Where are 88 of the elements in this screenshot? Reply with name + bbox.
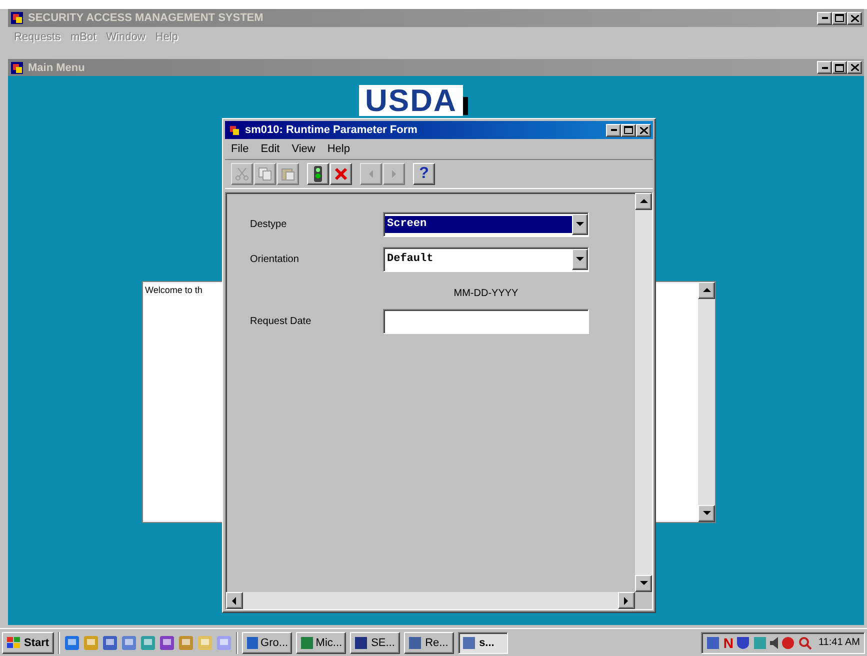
field-label: Orientation xyxy=(250,254,300,265)
app-icon xyxy=(462,636,476,650)
close-icon xyxy=(850,14,858,22)
task-button[interactable]: Mic... xyxy=(296,632,346,654)
maximize-icon xyxy=(624,126,633,134)
right-arrow-icon xyxy=(622,596,630,604)
close-button[interactable] xyxy=(636,124,651,136)
dropdown-button[interactable] xyxy=(572,249,588,270)
menu-item[interactable]: Help xyxy=(327,143,350,155)
app-icon xyxy=(10,11,24,25)
up-arrow-icon xyxy=(640,198,648,206)
close-button[interactable] xyxy=(847,61,862,74)
maximize-button[interactable] xyxy=(621,124,636,136)
scrollbar[interactable] xyxy=(635,193,652,592)
clock: 11:41 AM xyxy=(818,637,860,648)
dropdown[interactable]: Default xyxy=(383,247,589,272)
task-button[interactable]: s... xyxy=(458,632,508,654)
toolbar-button[interactable] xyxy=(307,163,329,185)
maximize-button[interactable] xyxy=(832,12,847,24)
horizontal-scrollbar[interactable] xyxy=(226,592,635,609)
dropdown-button[interactable] xyxy=(572,214,588,235)
shortcut-icon[interactable] xyxy=(159,634,176,650)
shortcut-icon[interactable] xyxy=(121,634,138,650)
date-format-hint: MM-DD-YYYY xyxy=(452,287,520,299)
minimize-button[interactable] xyxy=(817,61,832,74)
tray-icon xyxy=(753,636,768,650)
tray-icon xyxy=(781,636,796,650)
window-icon xyxy=(10,60,24,74)
traffic-light-icon xyxy=(312,166,324,182)
clipboard-icon xyxy=(281,167,295,181)
field-label: Request Date xyxy=(250,316,312,327)
task-button[interactable]: SE... xyxy=(350,632,400,654)
field-label: Destype xyxy=(250,219,288,230)
scrollbar[interactable] xyxy=(698,282,715,522)
start-button[interactable]: Start xyxy=(2,632,54,654)
shield-icon xyxy=(736,636,750,650)
maximize-button[interactable] xyxy=(832,61,847,74)
maximize-icon xyxy=(835,14,844,22)
close-icon xyxy=(850,64,858,71)
window-title: SECURITY ACCESS MANAGEMENT SYSTEM xyxy=(28,12,264,24)
scissors-icon xyxy=(235,167,249,181)
speaker-icon xyxy=(770,636,778,648)
dropdown-value: Default xyxy=(386,252,434,267)
minimize-button[interactable] xyxy=(817,12,832,24)
task-button[interactable]: Re... xyxy=(404,632,454,654)
minimize-icon xyxy=(822,66,828,68)
up-arrow-icon xyxy=(702,286,710,294)
shortcut-icon[interactable] xyxy=(102,634,118,650)
caret-icon xyxy=(576,256,584,264)
close-button[interactable] xyxy=(847,12,862,24)
minimize-icon xyxy=(610,129,616,131)
shortcut-icon[interactable] xyxy=(178,634,194,650)
magnifier-icon xyxy=(798,636,812,650)
shortcut-icon[interactable] xyxy=(64,634,80,650)
welcome-text: Welcome to th xyxy=(144,284,204,297)
minimize-icon xyxy=(822,17,828,19)
copy-icon xyxy=(258,167,272,181)
next-icon xyxy=(390,169,398,179)
down-arrow-icon xyxy=(702,510,710,518)
shortcut-icon[interactable] xyxy=(140,634,156,650)
logo: USDA xyxy=(359,85,463,116)
dropdown[interactable]: Screen xyxy=(383,212,589,237)
left-arrow-icon xyxy=(230,596,238,604)
task-button[interactable]: Gro... xyxy=(242,632,292,654)
dropdown-value: Screen xyxy=(385,216,572,233)
menu-item[interactable]: View xyxy=(292,143,316,155)
windows-flag-icon xyxy=(7,636,21,648)
form-icon xyxy=(227,123,241,137)
minimize-button[interactable] xyxy=(606,124,621,136)
dialog-title: sm010: Runtime Parameter Form xyxy=(245,124,418,136)
help-button[interactable]: ? xyxy=(413,163,435,185)
previous-icon xyxy=(367,169,375,179)
tray-icon xyxy=(706,636,720,650)
down-arrow-icon xyxy=(640,580,648,588)
menu-item[interactable]: Edit xyxy=(260,143,280,155)
menu-item[interactable]: File xyxy=(231,143,249,155)
input-field[interactable] xyxy=(383,309,589,334)
maximize-icon xyxy=(835,64,844,72)
app-icon xyxy=(246,636,258,650)
close-icon xyxy=(640,126,648,134)
text-cursor xyxy=(462,96,468,114)
app-icon xyxy=(354,636,368,650)
app-icon xyxy=(408,636,422,650)
cancel-icon xyxy=(334,167,348,181)
child-window-title: Main Menu xyxy=(28,62,86,74)
toolbar-button[interactable] xyxy=(330,163,352,185)
caret-icon xyxy=(576,220,584,228)
app-icon xyxy=(300,636,313,650)
